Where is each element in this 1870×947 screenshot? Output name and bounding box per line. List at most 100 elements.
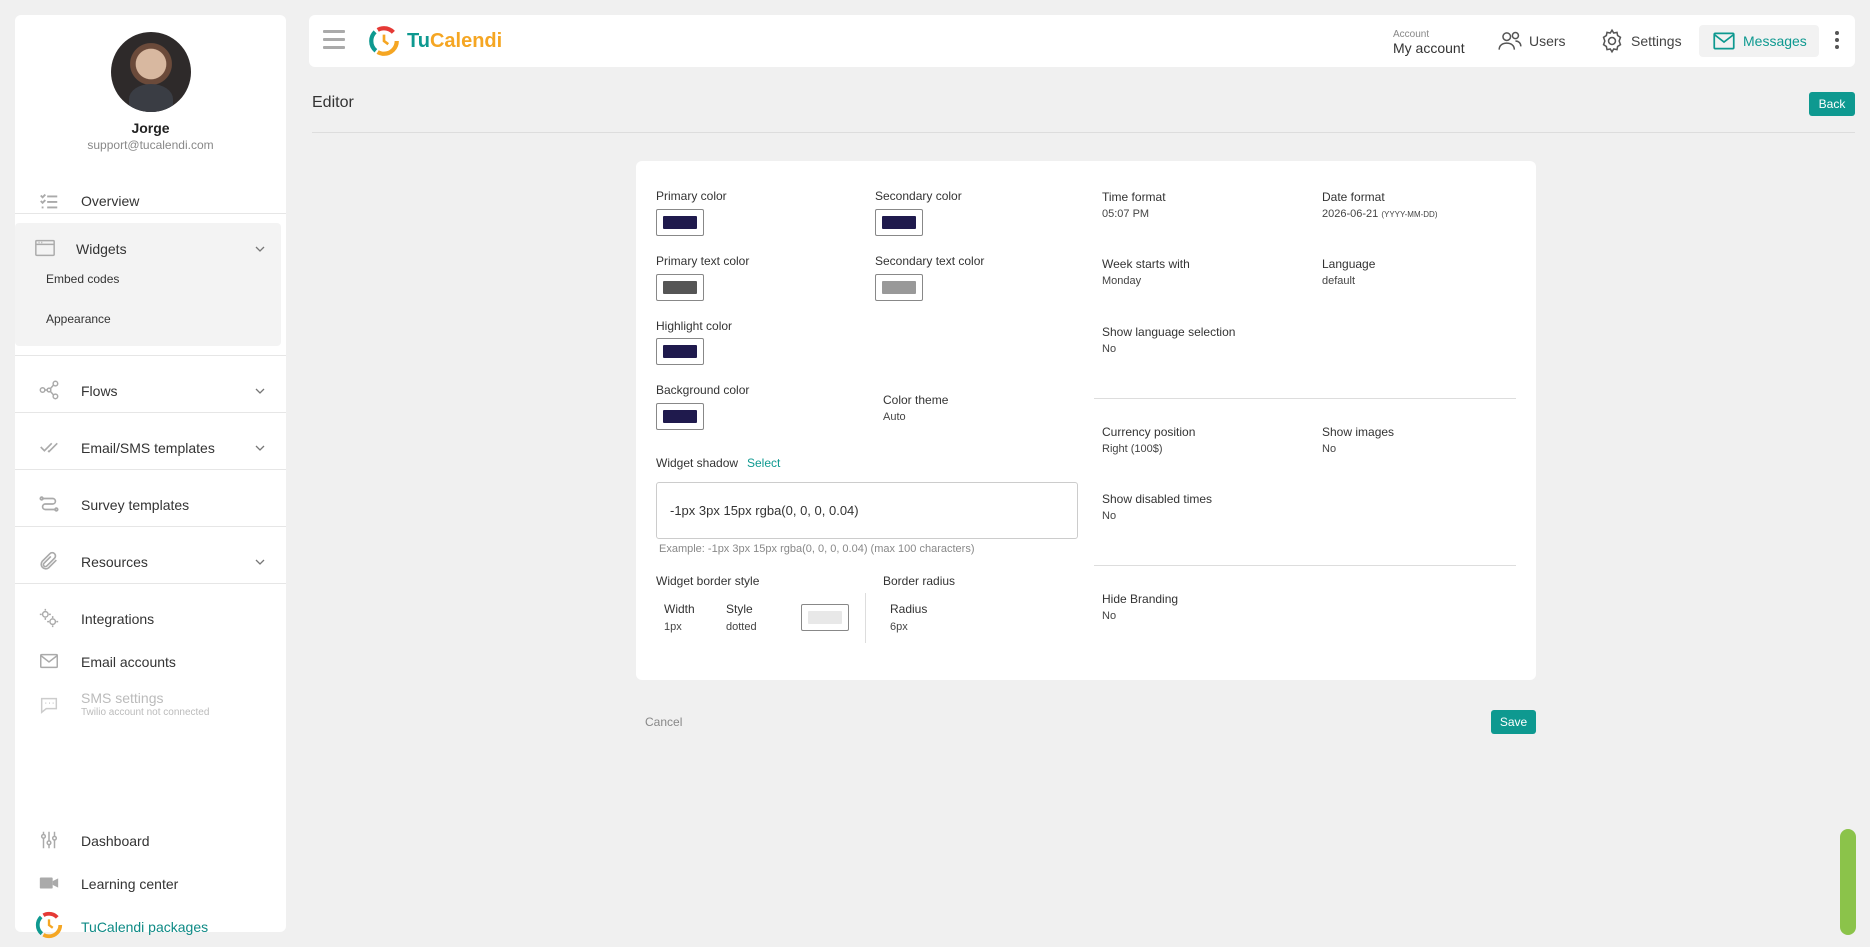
- swatch-fill: [663, 410, 697, 423]
- show-language-value[interactable]: No: [1102, 343, 1116, 355]
- sidebar-item-learning-center[interactable]: Learning center: [15, 863, 286, 903]
- more-options-icon[interactable]: [1835, 31, 1841, 52]
- radius-sub-label: Radius: [890, 602, 928, 616]
- tucalendi-logo-icon: [34, 910, 64, 940]
- border-width-value[interactable]: 1px: [664, 621, 682, 633]
- messages-label: Messages: [1743, 33, 1807, 49]
- messages-button[interactable]: Messages: [1699, 25, 1819, 57]
- date-format-pattern: (YYYY-MM-DD): [1381, 210, 1438, 219]
- secondary-color-picker[interactable]: [875, 209, 923, 236]
- sidebar-item-flows[interactable]: Flows: [15, 370, 286, 410]
- sidebar-item-overview[interactable]: Overview: [15, 173, 286, 229]
- page-title: Editor: [312, 94, 354, 111]
- sidebar-subitem-appearance[interactable]: Appearance: [46, 312, 111, 326]
- hide-branding-value[interactable]: No: [1102, 610, 1116, 622]
- sidebar-item-label: Integrations: [81, 611, 155, 627]
- sidebar-subitem-embed-codes[interactable]: Embed codes: [46, 272, 119, 286]
- color-theme-label: Color theme: [883, 393, 949, 407]
- editor-card: Primary color Secondary color Primary te…: [636, 161, 1536, 680]
- sidebar-item-label: Email/SMS templates: [81, 440, 215, 456]
- route-icon: [37, 492, 61, 516]
- border-width-label: Width: [664, 602, 695, 616]
- sidebar-item-label: Email accounts: [81, 654, 176, 670]
- week-starts-value[interactable]: Monday: [1102, 275, 1141, 287]
- show-disabled-value[interactable]: No: [1102, 510, 1116, 522]
- swatch-fill: [808, 611, 842, 624]
- divider: [1094, 398, 1516, 399]
- sidebar-item-label: TuCalendi packages: [81, 919, 209, 935]
- chevron-down-icon: [255, 559, 265, 565]
- date-format-sample: 2026-06-21: [1322, 208, 1379, 220]
- sidebar-item-label: Learning center: [81, 876, 179, 892]
- secondary-text-color-picker[interactable]: [875, 274, 923, 301]
- users-label: Users: [1529, 33, 1566, 49]
- secondary-text-color-label: Secondary text color: [875, 254, 985, 268]
- chevron-down-icon: [255, 445, 265, 451]
- divider: [1094, 565, 1516, 566]
- language-value[interactable]: default: [1322, 275, 1355, 287]
- envelope-icon: [37, 649, 61, 673]
- envelope-icon: [1713, 32, 1735, 50]
- primary-color-picker[interactable]: [656, 209, 704, 236]
- divider: [15, 412, 286, 413]
- sidebar-item-email-sms-templates[interactable]: Email/SMS templates: [15, 427, 286, 467]
- sidebar-item-sms-settings[interactable]: SMS settings Twilio account not connecte…: [15, 683, 286, 727]
- sidebar-item-resources[interactable]: Resources: [15, 541, 286, 581]
- widget-shadow-input[interactable]: [656, 482, 1078, 539]
- sms-bubble-icon: [37, 693, 61, 717]
- swatch-fill: [663, 281, 697, 294]
- border-style-sub-label: Style: [726, 602, 753, 616]
- border-color-picker[interactable]: [801, 604, 849, 631]
- border-style-value[interactable]: dotted: [726, 621, 757, 633]
- logo-text-tu: Tu: [407, 29, 430, 52]
- shadow-select-link[interactable]: Select: [747, 456, 780, 470]
- highlight-color-picker[interactable]: [656, 338, 704, 365]
- sidebar-item-survey-templates[interactable]: Survey templates: [15, 484, 286, 524]
- sidebar-item-label: Survey templates: [81, 497, 190, 513]
- border-radius-label: Border radius: [883, 574, 956, 588]
- sidebar-item-label: Widgets: [76, 241, 127, 257]
- chevron-down-icon: [255, 388, 265, 394]
- time-format-value[interactable]: 05:07 PM: [1102, 208, 1149, 220]
- background-color-picker[interactable]: [656, 403, 704, 430]
- primary-color-label: Primary color: [656, 189, 727, 203]
- color-theme-value[interactable]: Auto: [883, 411, 906, 423]
- hamburger-menu-icon[interactable]: [323, 30, 345, 50]
- sidebar-item-label: SMS settings: [81, 690, 164, 706]
- widget-shadow-label: Widget shadow: [656, 456, 739, 470]
- logo-text-calendi: Calendi: [429, 29, 503, 52]
- save-button[interactable]: Save: [1491, 710, 1536, 734]
- back-button[interactable]: Back: [1809, 92, 1855, 116]
- app-logo[interactable]: TuCalendi: [367, 24, 502, 58]
- date-format-label: Date format: [1322, 190, 1385, 204]
- sidebar: Jorge support@tucalendi.com Overview Wid…: [15, 15, 286, 939]
- gear-icon: [1602, 28, 1622, 54]
- radius-value[interactable]: 6px: [890, 621, 908, 633]
- avatar[interactable]: [110, 32, 191, 112]
- language-label: Language: [1322, 257, 1376, 271]
- highlight-color-label: Highlight color: [656, 319, 733, 333]
- sidebar-item-label: Resources: [81, 554, 148, 570]
- sidebar-item-widgets[interactable]: Widgets: [15, 228, 286, 268]
- divider: [15, 355, 286, 356]
- flow-nodes-icon: [37, 378, 61, 402]
- divider: [15, 213, 286, 214]
- cancel-button[interactable]: Cancel: [645, 715, 682, 729]
- account-menu[interactable]: Account My account: [1393, 29, 1465, 56]
- show-images-value[interactable]: No: [1322, 443, 1336, 455]
- date-format-value[interactable]: 2026-06-21 (YYYY-MM-DD): [1322, 208, 1438, 220]
- swatch-fill: [882, 281, 916, 294]
- divider: [15, 469, 286, 470]
- currency-position-value[interactable]: Right (100$): [1102, 443, 1163, 455]
- sidebar-item-packages[interactable]: TuCalendi packages: [15, 906, 286, 946]
- time-format-label: Time format: [1102, 190, 1166, 204]
- settings-button[interactable]: Settings: [1599, 25, 1682, 57]
- swatch-fill: [663, 216, 697, 229]
- sidebar-item-integrations[interactable]: Integrations: [15, 598, 286, 638]
- sidebar-item-email-accounts[interactable]: Email accounts: [15, 641, 286, 681]
- sms-status-text: Twilio account not connected: [81, 707, 210, 718]
- sidebar-item-dashboard[interactable]: Dashboard: [15, 820, 286, 860]
- feedback-tab[interactable]: [1840, 829, 1856, 935]
- primary-text-color-picker[interactable]: [656, 274, 704, 301]
- users-button[interactable]: Users: [1497, 25, 1566, 57]
